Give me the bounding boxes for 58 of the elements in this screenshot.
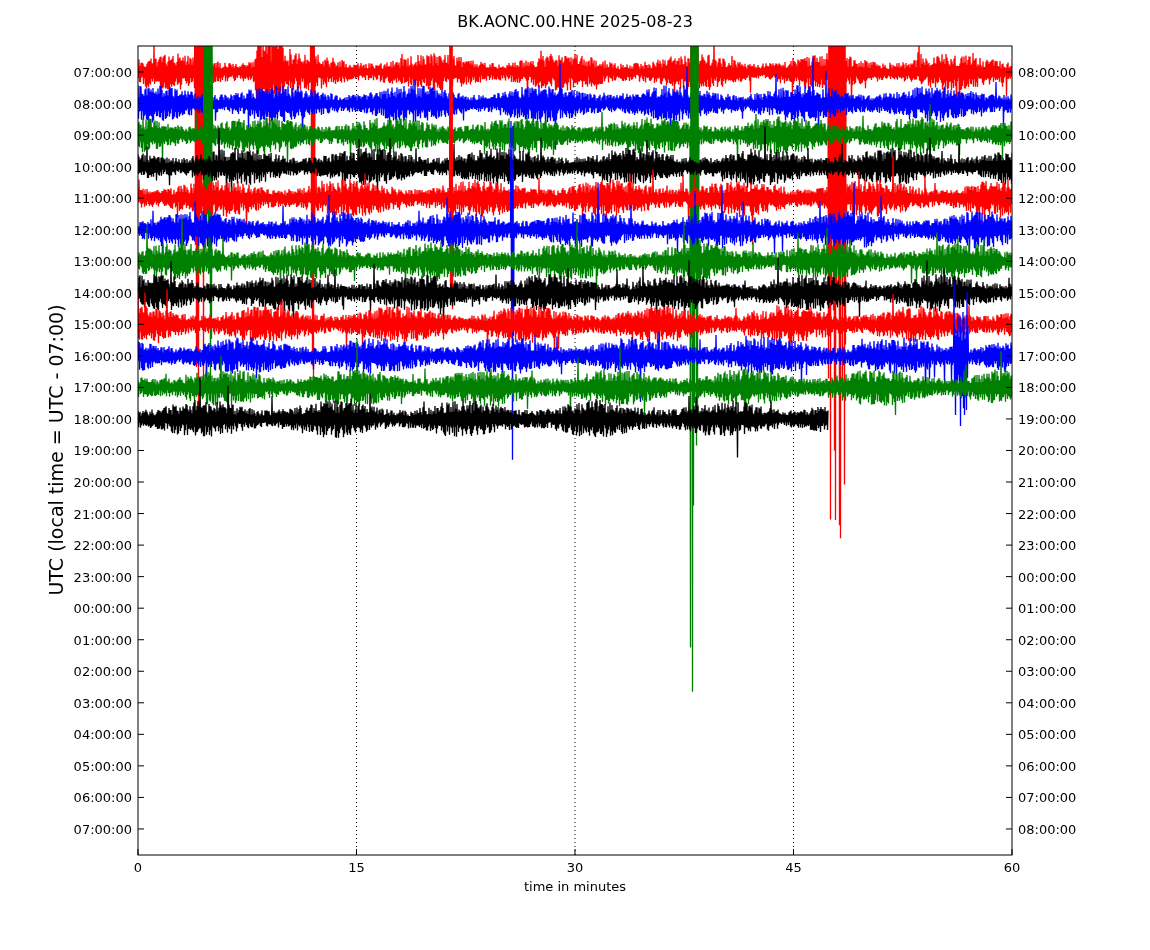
tick-label: 14:00:00 (1018, 254, 1077, 270)
tick-label: 30 (566, 860, 584, 875)
tick-label: 00:00:00 (1018, 569, 1077, 585)
tick-label: 60 (1003, 860, 1021, 875)
tick-label: 15:00:00 (73, 317, 132, 333)
tick-label: 12:00:00 (73, 222, 132, 238)
tick-label: 07:00:00 (73, 65, 132, 80)
x-axis-label: time in minutes (523, 879, 627, 894)
tick-label: 07:00:00 (1018, 790, 1077, 806)
tick-label: 23:00:00 (1018, 538, 1077, 554)
y-axis-label: UTC (local time = UTC - 07:00) (45, 304, 67, 596)
tick-label: 16:00:00 (73, 348, 132, 364)
tick-label: 13:00:00 (1018, 222, 1077, 238)
tick-label: 11:00:00 (1018, 159, 1077, 175)
tick-label: 05:00:00 (1018, 727, 1077, 743)
tick-label: 10:00:00 (73, 159, 132, 175)
tick-label: 22:00:00 (1018, 506, 1077, 522)
tick-label: 08:00:00 (1018, 821, 1077, 837)
tick-label: 21:00:00 (73, 506, 132, 522)
tick-label: 00:00:00 (73, 601, 132, 617)
tick-label: 18:00:00 (73, 411, 132, 427)
tick-label: 02:00:00 (73, 664, 132, 680)
tick-label: 02:00:00 (1018, 632, 1077, 648)
tick-label: 17:00:00 (1018, 348, 1077, 364)
tick-label: 23:00:00 (73, 569, 132, 585)
tick-label: 03:00:00 (1018, 664, 1077, 680)
tick-label: 20:00:00 (1018, 443, 1077, 459)
tick-label: 07:00:00 (73, 821, 132, 837)
tick-label: 03:00:00 (73, 695, 132, 711)
tick-label: 01:00:00 (1018, 601, 1077, 617)
tick-label: 09:00:00 (73, 128, 132, 144)
tick-label: 16:00:00 (1018, 317, 1077, 333)
tick-label: 14:00:00 (73, 285, 132, 301)
tick-label: 0 (133, 860, 143, 875)
tick-label: 17:00:00 (73, 380, 132, 396)
tick-label: 01:00:00 (73, 632, 132, 648)
tick-label: 19:00:00 (1018, 411, 1077, 427)
tick-label: 21:00:00 (1018, 475, 1077, 490)
tick-label: 04:00:00 (73, 727, 132, 743)
tick-label: 11:00:00 (73, 191, 132, 207)
tick-label: 22:00:00 (73, 538, 132, 554)
tick-label: 12:00:00 (1018, 191, 1077, 207)
tick-label: 08:00:00 (1018, 65, 1077, 80)
tick-label: 06:00:00 (73, 790, 132, 806)
tick-label: 45 (785, 860, 802, 875)
tick-label: 08:00:00 (73, 96, 132, 112)
tick-label: 06:00:00 (1018, 758, 1077, 774)
tick-label: 05:00:00 (73, 758, 132, 774)
chart-title: BK.AONC.00.HNE 2025-08-23 (457, 12, 693, 31)
tick-label: 15:00:00 (1018, 285, 1077, 301)
tick-label: 20:00:00 (73, 475, 132, 490)
tick-label: 04:00:00 (1018, 695, 1077, 711)
tick-label: 19:00:00 (73, 443, 132, 459)
tick-label: 18:00:00 (1018, 380, 1077, 396)
tick-label: 13:00:00 (73, 254, 132, 270)
tick-label: 09:00:00 (1018, 96, 1077, 112)
tick-label: 10:00:00 (1018, 128, 1077, 144)
tick-label: 15 (348, 860, 365, 875)
